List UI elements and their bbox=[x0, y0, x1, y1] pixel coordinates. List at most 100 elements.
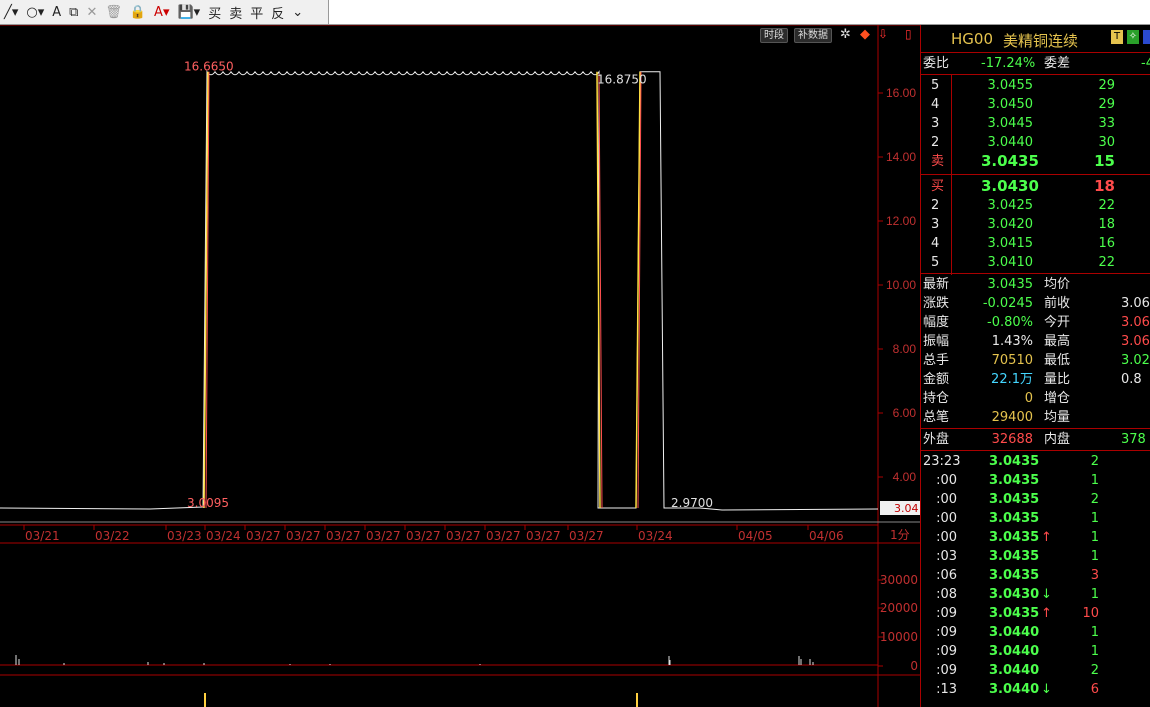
tick-row[interactable]: :00 3.0435 ↑ 1 bbox=[921, 528, 1150, 547]
font-color-icon[interactable]: A▾ bbox=[154, 5, 169, 20]
t-icon[interactable]: T bbox=[1111, 30, 1123, 44]
y-tick-label: 4.00 bbox=[893, 470, 917, 484]
bid-row[interactable]: 5 3.0410 22 bbox=[921, 253, 1150, 272]
order-ratio-row[interactable]: 委比 -17.24% 委差 -4 bbox=[921, 54, 1150, 73]
bid-volume: 22 bbox=[1098, 198, 1115, 213]
x-tick-label: 04/06 bbox=[809, 529, 844, 543]
bid-row[interactable]: 4 3.0415 16 bbox=[921, 234, 1150, 253]
lock-icon[interactable]: 🔒 bbox=[130, 5, 146, 20]
square-icon[interactable] bbox=[1143, 30, 1150, 44]
y-tick-label: 14.00 bbox=[886, 150, 916, 164]
ask-level: 5 bbox=[931, 78, 940, 93]
outer-inner-row[interactable]: 外盘 32688 内盘 378 bbox=[921, 430, 1150, 449]
ask-row[interactable]: 2 3.0440 30 bbox=[921, 133, 1150, 152]
stat-label: 总手 bbox=[923, 353, 950, 368]
stat-row[interactable]: 持仓 0 增仓 bbox=[921, 389, 1150, 408]
line-tool-icon[interactable]: ╱▾ bbox=[4, 5, 18, 20]
bid-row[interactable]: 3 3.0420 18 bbox=[921, 215, 1150, 234]
tick-row[interactable]: :09 3.0440 2 bbox=[921, 661, 1150, 680]
bid-volume: 18 bbox=[1098, 217, 1115, 232]
tick-volume: 6 bbox=[1090, 682, 1099, 697]
tick-row[interactable]: :06 3.0435 3 bbox=[921, 566, 1150, 585]
stat-row[interactable]: 总手 70510 最低 3.024 bbox=[921, 351, 1150, 370]
ask-volume: 30 bbox=[1098, 135, 1115, 150]
avg-line-red bbox=[205, 71, 642, 509]
ask-price: 3.0435 bbox=[981, 152, 1039, 170]
save-icon[interactable]: 💾▾ bbox=[177, 5, 200, 20]
tick-row[interactable]: :00 3.0435 2 bbox=[921, 490, 1150, 509]
stat-value: 1.43% bbox=[991, 334, 1033, 349]
stat-label: 最新 bbox=[923, 277, 950, 292]
tick-row[interactable]: :08 3.0430 ↓ 1 bbox=[921, 585, 1150, 604]
text-tool-button[interactable]: A bbox=[52, 5, 61, 20]
ask-row[interactable]: 3 3.0445 33 bbox=[921, 114, 1150, 133]
tick-volume: 1 bbox=[1090, 530, 1099, 545]
ask-row[interactable]: 5 3.0455 29 bbox=[921, 76, 1150, 95]
y-tick-label: 10.00 bbox=[886, 278, 916, 292]
sell-button[interactable]: 卖 bbox=[229, 3, 242, 22]
copy-icon[interactable]: ⧉ bbox=[69, 5, 78, 20]
tick-volume: 1 bbox=[1090, 473, 1099, 488]
tick-price: 3.0435 bbox=[989, 549, 1040, 564]
tick-time: :00 bbox=[936, 473, 957, 488]
period-label: 1分 bbox=[890, 528, 910, 542]
tick-row[interactable]: :13 3.0440 ↓ 6 bbox=[921, 680, 1150, 699]
ask-volume: 29 bbox=[1098, 78, 1115, 93]
trash-icon[interactable]: 🗑 bbox=[105, 5, 122, 20]
ask-row[interactable]: 4 3.0450 29 bbox=[921, 95, 1150, 114]
x-tick-label: 03/27 bbox=[569, 529, 604, 543]
stat-row[interactable]: 金额 22.1万 量比 0.8 bbox=[921, 370, 1150, 389]
panel-toggle-icon[interactable]: ▯ bbox=[905, 27, 912, 41]
stat-label: 振幅 bbox=[923, 334, 950, 349]
bid-volume: 18 bbox=[1094, 177, 1115, 195]
ask-volume: 29 bbox=[1098, 97, 1115, 112]
tick-row[interactable]: 23:23 3.0435 2 bbox=[921, 452, 1150, 471]
bid-row[interactable]: 2 3.0425 22 bbox=[921, 196, 1150, 215]
delete-icon[interactable]: ✕ bbox=[86, 5, 97, 20]
tick-row[interactable]: :09 3.0435 ↑ 10 bbox=[921, 604, 1150, 623]
pre-jump-label: 3.0095 bbox=[187, 496, 229, 510]
stat-label: 总笔 bbox=[923, 410, 950, 425]
tick-row[interactable]: :00 3.0435 1 bbox=[921, 509, 1150, 528]
settings-gear-icon[interactable]: ✲ bbox=[840, 27, 851, 42]
buy-button[interactable]: 买 bbox=[208, 3, 221, 22]
tick-row[interactable]: :09 3.0440 1 bbox=[921, 623, 1150, 642]
x-tick-label: 03/27 bbox=[246, 529, 281, 543]
x-tick-label: 03/27 bbox=[366, 529, 401, 543]
star-icon[interactable]: ✧ bbox=[1127, 30, 1139, 44]
stat-label-2: 量比 bbox=[1044, 372, 1071, 387]
ask-level: 卖 bbox=[931, 154, 945, 169]
bid-price: 3.0430 bbox=[981, 177, 1039, 195]
bid-level: 5 bbox=[931, 255, 940, 270]
stat-row[interactable]: 振幅 1.43% 最高 3.068 bbox=[921, 332, 1150, 351]
more-chevron-icon[interactable]: ⌄ bbox=[292, 5, 303, 20]
ask-row[interactable]: 卖 3.0435 15 bbox=[921, 152, 1150, 171]
tick-volume: 2 bbox=[1090, 454, 1099, 469]
stat-row[interactable]: 幅度 -0.80% 今开 3.068 bbox=[921, 313, 1150, 332]
stat-value: -0.0245 bbox=[982, 296, 1033, 311]
reverse-button[interactable]: 反 bbox=[271, 3, 284, 22]
price-chart[interactable]: 16.00 14.00 12.00 10.00 8.00 6.00 4.00 16.6650 1… bbox=[0, 25, 920, 707]
tick-row[interactable]: :03 3.0435 1 bbox=[921, 547, 1150, 566]
supplement-data-button[interactable]: 补数据 bbox=[794, 28, 832, 43]
stat-row[interactable]: 总笔 29400 均量 bbox=[921, 408, 1150, 427]
tick-row[interactable]: :09 3.0440 1 bbox=[921, 642, 1150, 661]
bid-level: 买 bbox=[931, 179, 945, 194]
circle-tool-icon[interactable]: ○▾ bbox=[26, 5, 44, 20]
order-ratio-value: -17.24% bbox=[981, 56, 1036, 71]
y-tick-label: 16.00 bbox=[886, 86, 916, 100]
x-tick-label: 03/23 bbox=[167, 529, 202, 543]
ask-level: 3 bbox=[931, 116, 940, 131]
close-position-button[interactable]: 平 bbox=[250, 3, 263, 22]
stat-row[interactable]: 涨跌 -0.0245 前收 3.068 bbox=[921, 294, 1150, 313]
bid-row[interactable]: 买 3.0430 18 bbox=[921, 177, 1150, 196]
divider bbox=[921, 428, 1150, 429]
tick-row[interactable]: :00 3.0435 1 bbox=[921, 471, 1150, 490]
diamond-icon[interactable]: ◆ bbox=[860, 27, 870, 42]
download-icon[interactable]: ⇩ bbox=[878, 27, 888, 41]
divider bbox=[921, 450, 1150, 451]
period-button[interactable]: 时段 bbox=[760, 28, 788, 43]
volume-tick-label: 20000 bbox=[880, 601, 918, 615]
stat-label: 金额 bbox=[923, 372, 950, 387]
stat-row[interactable]: 最新 3.0435 均价 bbox=[921, 275, 1150, 294]
